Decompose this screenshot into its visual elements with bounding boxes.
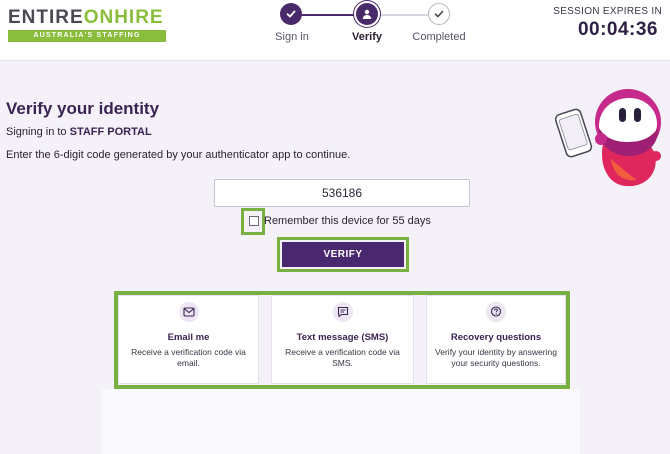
remember-device-label[interactable]: Remember this device for 55 days xyxy=(264,215,431,227)
step-label-signin: Sign in xyxy=(275,31,309,43)
portal-name: STAFF PORTAL xyxy=(69,126,152,138)
entireonhire-logo: ENTIREONHIRE AUSTRALIA'S STAFFING SOFTWA… xyxy=(8,6,166,51)
signin-context: Signing in to STAFF PORTAL xyxy=(6,126,152,138)
mascot-illustration xyxy=(555,89,661,187)
step-verify-user-icon xyxy=(356,3,378,25)
verification-options-highlight xyxy=(114,291,570,389)
page-title: Verify your identity xyxy=(6,99,160,118)
top-header: ENTIREONHIRE AUSTRALIA'S STAFFING SOFTWA… xyxy=(0,0,670,61)
progress-stepper: Sign in Verify Completed xyxy=(262,0,482,60)
logo-word-onhire: ONHIRE xyxy=(83,7,164,28)
verification-code-input[interactable] xyxy=(214,179,470,207)
step-signin-check-icon xyxy=(280,3,302,25)
step-label-completed: Completed xyxy=(412,31,466,43)
verify-button[interactable]: VERIFY xyxy=(282,242,404,267)
instructions-text: Enter the 6-digit code generated by your… xyxy=(6,149,351,161)
session-expiry-label: SESSION EXPIRES IN xyxy=(553,6,662,17)
remember-device-checkbox[interactable] xyxy=(249,216,259,226)
step-completed-check-icon xyxy=(428,3,450,25)
step-label-verify: Verify xyxy=(352,31,382,43)
signin-prefix: Signing in to xyxy=(6,126,70,138)
logo-tagline: AUSTRALIA'S STAFFING SOFTWARE xyxy=(8,30,166,51)
session-countdown: 00:04:36 xyxy=(577,19,658,40)
options-panel-background xyxy=(102,389,580,454)
stepper-line-completed xyxy=(301,14,356,16)
logo-word-entire: ENTIRE xyxy=(8,7,84,28)
stepper-line-pending xyxy=(378,14,430,16)
